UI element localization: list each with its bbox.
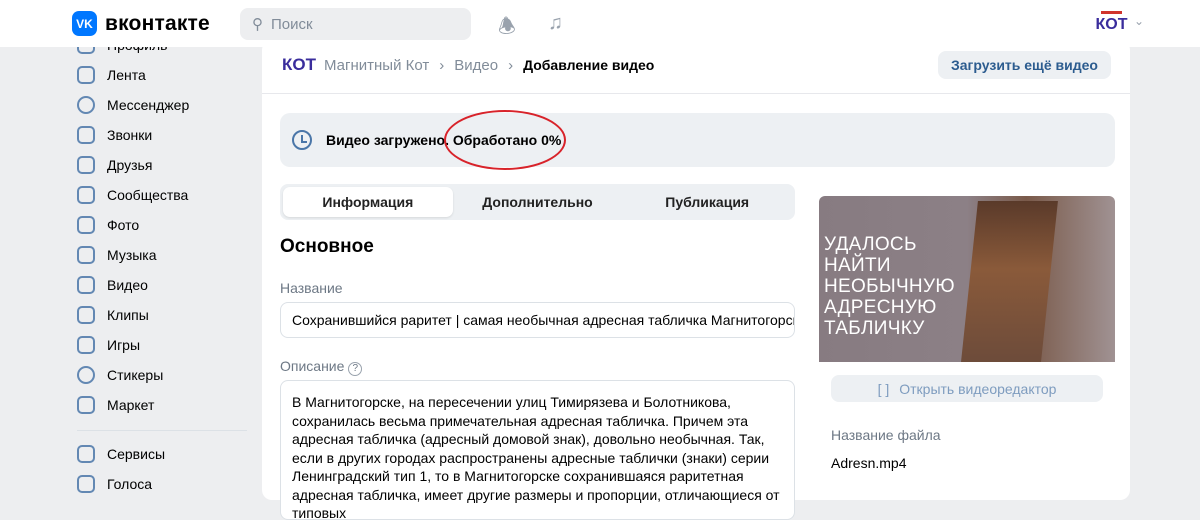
sidebar-item-calls[interactable]: Звонки — [72, 120, 257, 150]
sidebar-item-music[interactable]: Музыка — [72, 240, 257, 270]
file-name-label: Название файла — [831, 427, 941, 443]
sidebar-item-label: Мессенджер — [107, 97, 190, 113]
help-icon[interactable]: ? — [348, 362, 363, 376]
editor-icon: [ ] — [877, 380, 890, 397]
sidebar-item-games[interactable]: Игры — [72, 330, 257, 360]
chevron-down-icon[interactable]: ⌄ — [1134, 14, 1144, 28]
sidebar-item-label: Сервисы — [107, 446, 166, 462]
sidebar-item-label: Стикеры — [107, 367, 164, 383]
clock-icon — [292, 130, 312, 150]
sidebar-item-label: Маркет — [107, 397, 155, 413]
upload-more-button[interactable]: Загрузить ещё видео — [938, 51, 1111, 79]
sidebar-item-friends[interactable]: Друзья — [72, 150, 257, 180]
sidebar-item-label: Сообщества — [107, 187, 189, 203]
grid-icon — [77, 445, 95, 463]
sidebar-item-stickers[interactable]: Стикеры — [72, 360, 257, 390]
divider — [262, 93, 1130, 94]
breadcrumb-video[interactable]: Видео — [454, 57, 498, 74]
sidebar-item-market[interactable]: Маркет — [72, 390, 257, 420]
clips-icon — [77, 306, 95, 324]
sticker-icon — [77, 366, 95, 384]
upload-video-card: КОТ Магнитный Кот › Видео › Добавление вид… — [262, 40, 1130, 520]
thumbnail-image — [960, 201, 1058, 362]
bell-icon[interactable]: 🕭 — [498, 12, 516, 46]
file-name-value: Adresn.mp4 — [831, 455, 907, 471]
vk-logo[interactable]: VK вконтакте — [72, 11, 210, 36]
sidebar-item-services[interactable]: Сервисы — [72, 439, 257, 469]
music-icon[interactable]: ♫ — [548, 12, 563, 35]
video-thumbnail[interactable]: УДАЛОСЬ НАЙТИ НЕОБЫЧНУЮ АДРЕСНУЮ ТАБЛИЧК… — [819, 196, 1115, 362]
logo-text: вконтакте — [105, 11, 210, 35]
sidebar-item-messenger[interactable]: Мессенджер — [72, 90, 257, 120]
friends-icon — [77, 156, 95, 174]
community-logo: КОТ — [282, 55, 316, 74]
description-textarea[interactable]: В Магнитогорске, на пересечении улиц Тим… — [280, 380, 795, 520]
upload-status-banner: Видео загружено. Обработано 0% — [280, 113, 1115, 167]
section-title: Основное — [280, 236, 374, 257]
sidebar-item-votes[interactable]: Голоса — [72, 469, 257, 499]
sidebar-item-label: Видео — [107, 277, 148, 293]
sidebar-item-label: Голоса — [107, 476, 153, 492]
title-label: Название — [280, 280, 343, 296]
music-icon — [77, 246, 95, 264]
top-header: VK вконтакте ⚲ Поиск 🕭 ♫ КОТ ⌄ — [0, 0, 1200, 47]
description-label-text: Описание — [280, 358, 345, 374]
search-placeholder: Поиск — [271, 15, 313, 33]
bag-icon — [77, 396, 95, 414]
votes-icon — [77, 475, 95, 493]
tabs: Информация Дополнительно Публикация — [280, 184, 795, 220]
breadcrumb-current: Добавление видео — [523, 57, 655, 73]
sidebar-item-label: Музыка — [107, 247, 157, 263]
tab-advanced[interactable]: Дополнительно — [453, 187, 623, 217]
communities-icon — [77, 186, 95, 204]
thumbnail-text: УДАЛОСЬ НАЙТИ НЕОБЫЧНУЮ АДРЕСНУЮ ТАБЛИЧК… — [824, 234, 955, 339]
gamepad-icon — [77, 336, 95, 354]
sidebar-item-label: Звонки — [107, 127, 153, 143]
video-icon — [77, 276, 95, 294]
sidebar: Профиль Лента Мессенджер Звонки Друзья С… — [72, 30, 257, 499]
search-icon: ⚲ — [252, 16, 263, 33]
vk-icon: VK — [72, 11, 97, 36]
description-label: Описание ? — [280, 358, 363, 376]
sidebar-item-clips[interactable]: Клипы — [72, 300, 257, 330]
chevron-right-icon: › — [439, 56, 445, 74]
sidebar-item-label: Лента — [107, 67, 146, 83]
open-video-editor-button[interactable]: [ ] Открыть видеоредактор — [831, 375, 1103, 402]
red-highlight-ellipse — [444, 110, 566, 170]
breadcrumb: КОТ Магнитный Кот › Видео › Добавление вид… — [282, 50, 655, 80]
divider — [77, 430, 247, 431]
avatar[interactable]: КОТ — [1095, 8, 1128, 41]
sidebar-item-feed[interactable]: Лента — [72, 60, 257, 90]
tab-info[interactable]: Информация — [283, 187, 453, 217]
search-input[interactable]: ⚲ Поиск — [240, 8, 471, 40]
sidebar-item-photo[interactable]: Фото — [72, 210, 257, 240]
sidebar-item-label: Клипы — [107, 307, 149, 323]
editor-button-label: Открыть видеоредактор — [899, 380, 1057, 397]
message-icon — [77, 96, 95, 114]
chevron-right-icon: › — [508, 56, 514, 74]
sidebar-item-communities[interactable]: Сообщества — [72, 180, 257, 210]
sidebar-item-label: Фото — [107, 217, 140, 233]
sidebar-item-video[interactable]: Видео — [72, 270, 257, 300]
phone-icon — [77, 126, 95, 144]
breadcrumb-community[interactable]: Магнитный Кот — [324, 57, 429, 74]
title-input[interactable]: Сохранившийся раритет | самая необычная … — [280, 302, 795, 338]
tab-publication[interactable]: Публикация — [622, 187, 792, 217]
feed-icon — [77, 66, 95, 84]
photo-icon — [77, 216, 95, 234]
sidebar-item-label: Друзья — [107, 157, 153, 173]
sidebar-item-label: Игры — [107, 337, 141, 353]
